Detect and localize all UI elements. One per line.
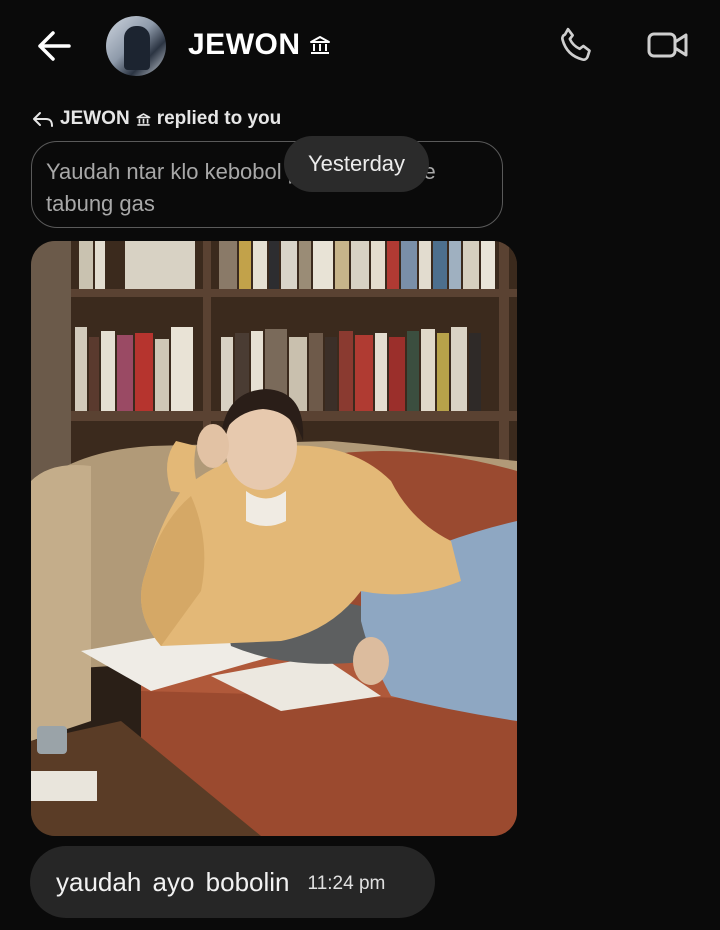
- message-bubble[interactable]: yaudah ayo bobolin 11:24 pm: [30, 846, 435, 918]
- message-text: yaudah ayo bobolin: [56, 866, 290, 897]
- back-button[interactable]: [30, 24, 78, 68]
- video-camera-icon: [647, 32, 688, 58]
- contact-name-text: JEWON: [188, 28, 301, 61]
- contact-name[interactable]: JEWON: [188, 28, 331, 62]
- photo-illustration: [31, 241, 517, 836]
- verified-icon: [136, 112, 151, 126]
- message-timestamp: 11:24 pm: [307, 873, 386, 894]
- phone-icon: [561, 27, 591, 61]
- voice-call-button[interactable]: [554, 22, 600, 68]
- reply-sender: JEWON: [60, 108, 130, 129]
- chat-header: JEWON: [0, 0, 720, 95]
- reply-context-label: JEWON replied to you: [32, 108, 281, 130]
- video-call-button[interactable]: [644, 22, 692, 68]
- quoted-message[interactable]: Yaudah ntar klo kebobol pindahin aja ke …: [31, 141, 503, 228]
- reply-label-suffix: replied to you: [156, 108, 282, 129]
- verified-icon: [309, 36, 330, 54]
- date-separator: Yesterday: [284, 136, 430, 192]
- date-separator-text: Yesterday: [308, 151, 406, 176]
- avatar[interactable]: [106, 16, 166, 76]
- back-arrow-icon: [38, 31, 71, 61]
- shared-photo[interactable]: [31, 241, 517, 836]
- reply-arrow-icon: [33, 112, 53, 127]
